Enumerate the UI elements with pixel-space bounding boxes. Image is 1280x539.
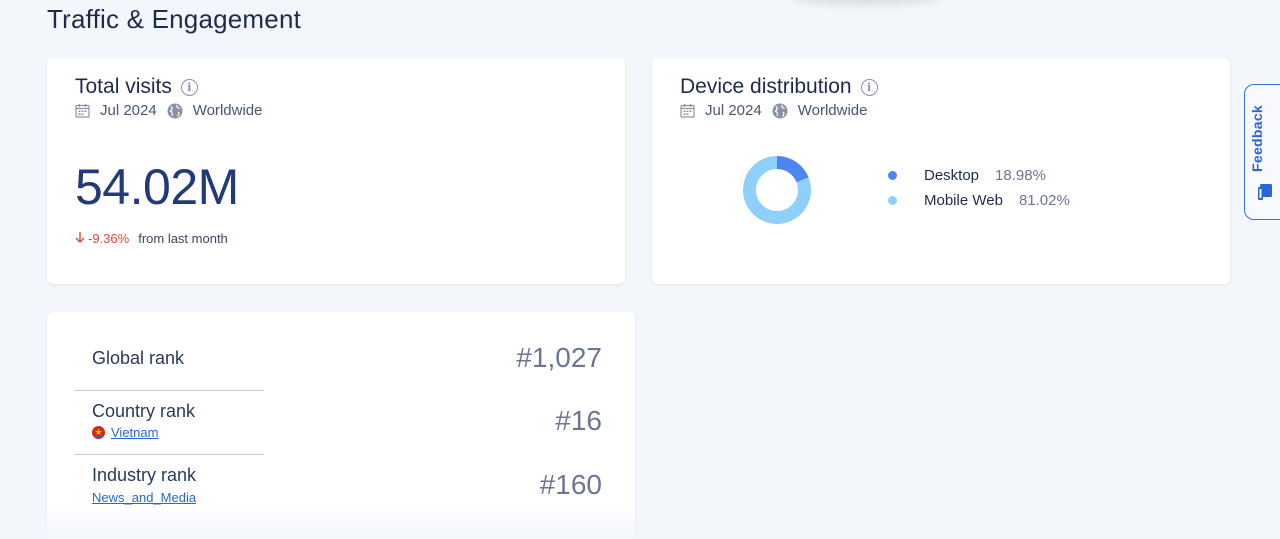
legend-value: 18.98% — [995, 167, 1046, 184]
globe-icon — [167, 103, 183, 119]
global-rank-label: Global rank — [92, 348, 185, 368]
region-label: Worldwide — [797, 102, 868, 119]
industry-rank-label: Industry rank — [92, 465, 197, 485]
total-visits-card: Total visits i Jul 2024 Worldwide 54.02M… — [47, 58, 625, 284]
calendar-icon — [75, 103, 90, 118]
device-distribution-title: Device distribution — [680, 75, 852, 98]
feedback-label: Feedback — [1249, 105, 1265, 173]
country-link-label: Vietnam — [111, 425, 159, 440]
country-rank-label: Country rank — [92, 401, 196, 421]
global-rank-value: #1,027 — [516, 342, 602, 373]
arrow-down-icon — [75, 231, 85, 246]
vietnam-flag-icon: ★ — [92, 426, 105, 439]
visits-change: -9.36% from last month — [75, 231, 228, 246]
device-distribution-meta: Jul 2024 Worldwide — [680, 102, 867, 119]
page-title: Traffic & Engagement — [47, 4, 302, 34]
change-negative: -9.36% — [75, 231, 129, 246]
legend-dot-mobile-web — [888, 196, 897, 205]
period-label: Jul 2024 — [705, 102, 762, 119]
legend-value: 81.02% — [1018, 192, 1070, 209]
industry-rank-value: #160 — [539, 469, 602, 500]
info-icon[interactable]: i — [860, 78, 878, 96]
device-legend: Desktop 18.98% Mobile Web 81.02% — [888, 163, 1070, 213]
device-distribution-title-row: Device distribution i — [680, 75, 878, 99]
legend-item-mobile-web: Mobile Web 81.02% — [888, 188, 1070, 213]
ranks-card: Global rank #1,027 Country rank ★ Vietna… — [47, 312, 635, 538]
legend-item-desktop: Desktop 18.98% — [888, 163, 1070, 188]
device-distribution-card: Device distribution i Jul 2024 Worldwide… — [652, 58, 1230, 284]
total-visits-value: 54.02M — [75, 159, 239, 215]
info-icon[interactable]: i — [180, 78, 198, 96]
period-label: Jul 2024 — [100, 102, 157, 119]
calendar-icon — [680, 103, 695, 118]
region-label: Worldwide — [192, 102, 263, 119]
feedback-icon — [1258, 183, 1274, 206]
country-link[interactable]: ★ Vietnam — [92, 425, 158, 440]
change-percent: -9.36% — [88, 231, 130, 246]
total-visits-meta: Jul 2024 Worldwide — [75, 102, 262, 119]
total-visits-title: Total visits — [75, 75, 172, 98]
globe-icon — [772, 103, 788, 119]
legend-label: Desktop — [924, 167, 980, 184]
legend-label: Mobile Web — [924, 192, 1003, 209]
country-rank-value: #16 — [555, 405, 602, 436]
industry-link[interactable]: News_and_Media — [92, 490, 196, 505]
device-donut-chart — [743, 156, 811, 224]
legend-dot-desktop — [888, 171, 897, 180]
country-rank-row: Country rank ★ Vietnam #16 — [74, 391, 602, 454]
feedback-tab[interactable]: Feedback — [1244, 84, 1280, 220]
industry-rank-row: Industry rank News_and_Media #160 — [74, 455, 602, 518]
donut-slice-desktop[interactable] — [777, 156, 809, 183]
total-visits-title-row: Total visits i — [75, 75, 198, 99]
global-rank-row: Global rank #1,027 — [74, 312, 602, 390]
change-text: from last month — [138, 231, 228, 246]
